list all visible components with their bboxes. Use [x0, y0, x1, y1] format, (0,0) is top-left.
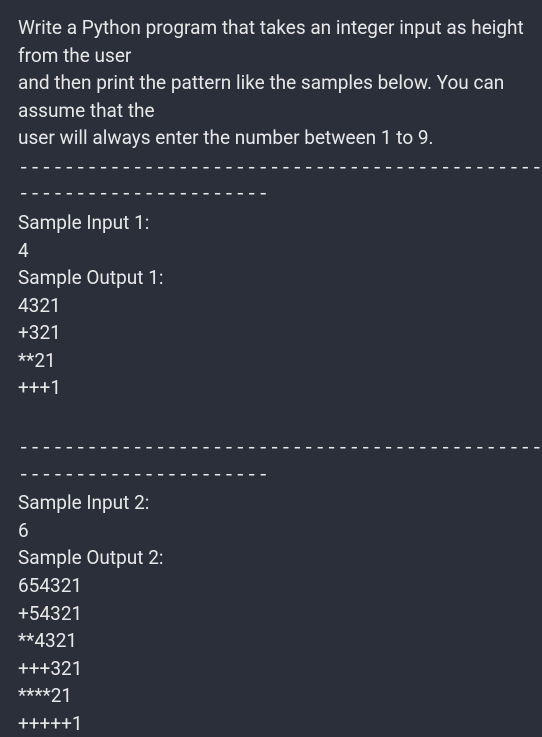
sample-1-input-label: Sample Input 1: [18, 209, 524, 237]
separator-2a: ----------------------------------------… [18, 436, 524, 461]
sample-1-output-line-3: **21 [18, 347, 524, 375]
problem-line-3: user will always enter the number betwee… [18, 124, 524, 152]
sample-2-output-line-2: +54321 [18, 600, 524, 628]
separator-1b: ---------------------- [18, 182, 524, 207]
sample-2-input-label: Sample Input 2: [18, 489, 524, 517]
sample-2-input-value: 6 [18, 517, 524, 545]
problem-line-1: Write a Python program that takes an int… [18, 14, 524, 69]
sample-2-output-line-4: +++321 [18, 655, 524, 683]
sample-1-output-line-1: 4321 [18, 292, 524, 320]
separator-1a: ----------------------------------------… [18, 156, 524, 181]
sample-2-output-line-3: **4321 [18, 627, 524, 655]
sample-2-output-line-6: +++++1 [18, 710, 524, 737]
problem-line-2: and then print the pattern like the samp… [18, 69, 524, 124]
sample-1-output-label: Sample Output 1: [18, 264, 524, 292]
sample-2-output-line-5: ****21 [18, 682, 524, 710]
vertical-gap [18, 402, 524, 434]
sample-1-input-value: 4 [18, 237, 524, 265]
sample-1-output-line-2: +321 [18, 319, 524, 347]
sample-1-block: Sample Input 1: 4 Sample Output 1: 4321 … [18, 209, 524, 402]
sample-1-output-line-4: +++1 [18, 374, 524, 402]
separator-2b: ---------------------- [18, 463, 524, 488]
problem-description: Write a Python program that takes an int… [18, 14, 524, 152]
sample-2-output-line-1: 654321 [18, 572, 524, 600]
sample-2-output-label: Sample Output 2: [18, 544, 524, 572]
